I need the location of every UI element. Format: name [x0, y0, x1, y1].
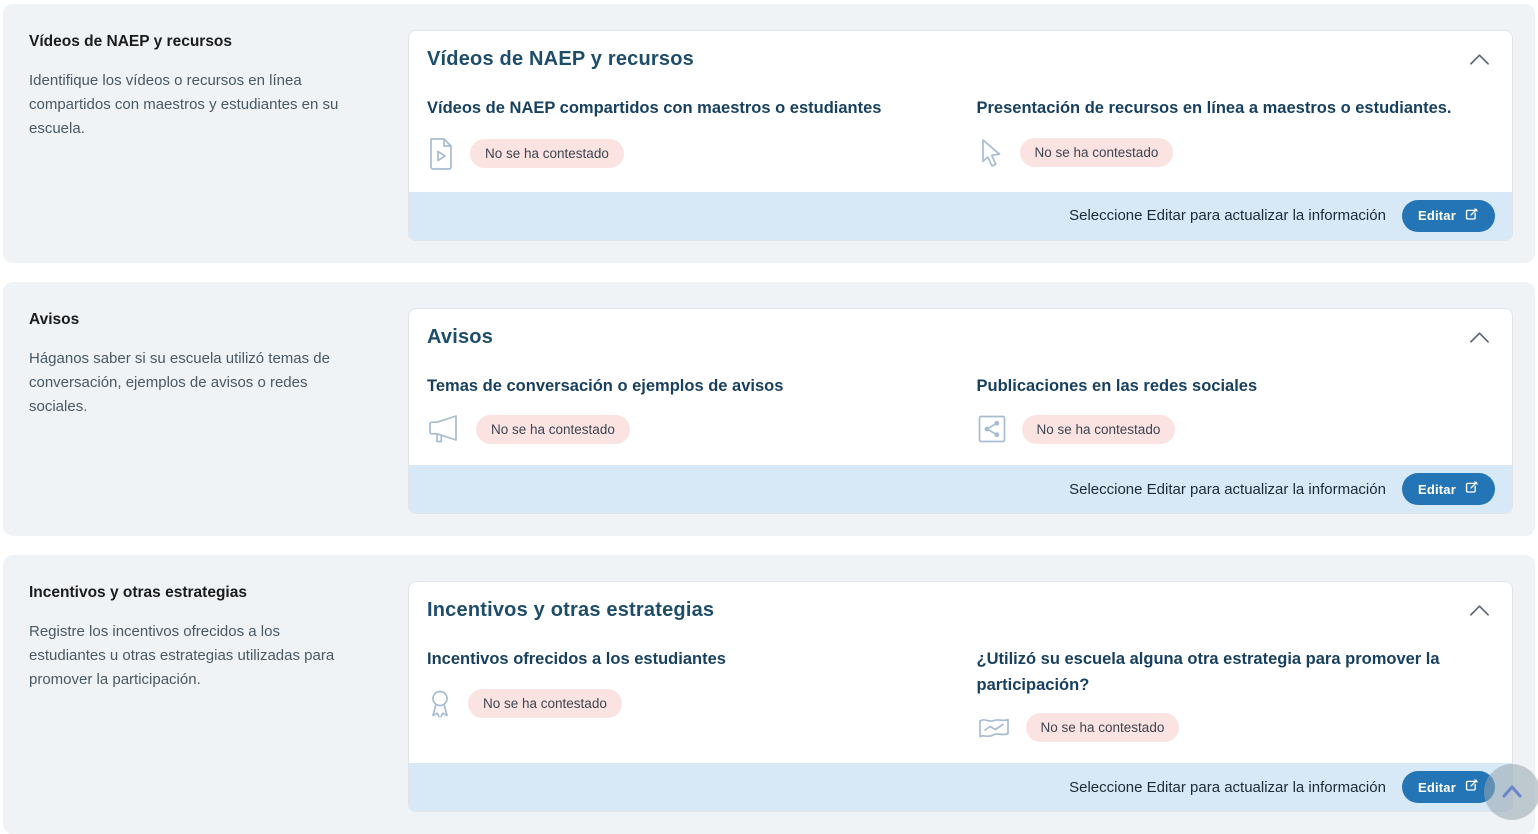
section-sidebar: Incentivos y otras estrategias Registre … — [26, 581, 408, 812]
edit-button[interactable]: Editar — [1402, 200, 1495, 232]
incentivos-card: Incentivos y otras estrategias Incentivo… — [408, 581, 1513, 812]
question-label: Publicaciones en las redes sociales — [977, 374, 1495, 400]
question-label: Temas de conversación o ejemplos de avis… — [427, 374, 945, 400]
chevron-up-icon — [1469, 605, 1490, 620]
status-badge: No se ha contestado — [1020, 138, 1174, 167]
collapse-section-button[interactable] — [1467, 51, 1492, 68]
section-sidebar: Vídeos de NAEP y recursos Identifique lo… — [26, 30, 408, 241]
chevron-up-icon — [1469, 54, 1490, 69]
status-badge: No se ha contestado — [468, 689, 622, 718]
collapse-section-button[interactable] — [1467, 329, 1492, 346]
award-ribbon-icon — [427, 688, 453, 720]
chevron-up-icon — [1469, 332, 1490, 347]
card-footer: Seleccione Editar para actualizar la inf… — [409, 465, 1512, 513]
section-videos-naep: Vídeos de NAEP y recursos Identifique lo… — [3, 4, 1535, 263]
footer-note: Seleccione Editar para actualizar la inf… — [1069, 481, 1386, 498]
footer-note: Seleccione Editar para actualizar la inf… — [1069, 207, 1386, 224]
status-badge: No se ha contestado — [1022, 415, 1176, 444]
section-sidebar: Avisos Háganos saber si su escuela utili… — [26, 308, 408, 515]
videos-naep-card: Vídeos de NAEP y recursos Vídeos de NAEP… — [408, 30, 1513, 241]
edit-pencil-square-icon — [1464, 480, 1479, 498]
edit-button-label: Editar — [1418, 780, 1456, 795]
scroll-to-top-button[interactable] — [1484, 764, 1538, 820]
question-item: Temas de conversación o ejemplos de avis… — [427, 374, 945, 445]
chevron-up-icon — [1500, 783, 1524, 802]
megaphone-icon — [427, 414, 461, 444]
edit-button[interactable]: Editar — [1402, 473, 1495, 505]
question-item: Incentivos ofrecidos a los estudiantes N… — [427, 647, 945, 742]
status-badge: No se ha contestado — [476, 415, 630, 444]
card-body: Vídeos de NAEP compartidos con maestros … — [409, 71, 1512, 192]
edit-pencil-square-icon — [1464, 778, 1479, 796]
cursor-arrow-icon — [977, 137, 1005, 169]
card-body: Incentivos ofrecidos a los estudiantes N… — [409, 622, 1512, 763]
collapse-section-button[interactable] — [1467, 602, 1492, 619]
sidebar-description: Registre los incentivos ofrecidos a los … — [29, 620, 359, 692]
card-title: Incentivos y otras estrategias — [427, 599, 714, 622]
question-label: Vídeos de NAEP compartidos con maestros … — [427, 96, 945, 122]
question-item: Publicaciones en las redes sociales No s… — [977, 374, 1495, 445]
question-label: ¿Utilizó su escuela alguna otra estrateg… — [977, 647, 1495, 698]
sidebar-description: Háganos saber si su escuela utilizó tema… — [29, 347, 359, 419]
card-footer: Seleccione Editar para actualizar la inf… — [409, 192, 1512, 240]
section-incentivos: Incentivos y otras estrategias Registre … — [3, 555, 1535, 834]
question-item: ¿Utilizó su escuela alguna otra estrateg… — [977, 647, 1495, 742]
edit-button-label: Editar — [1418, 208, 1456, 223]
card-header: Incentivos y otras estrategias — [409, 582, 1512, 622]
question-label: Presentación de recursos en línea a maes… — [977, 96, 1495, 122]
card-body: Temas de conversación o ejemplos de avis… — [409, 349, 1512, 466]
status-badge: No se ha contestado — [470, 139, 624, 168]
status-badge: No se ha contestado — [1026, 713, 1180, 742]
share-square-icon — [977, 414, 1007, 444]
card-title: Avisos — [427, 326, 493, 349]
sidebar-title: Avisos — [29, 311, 372, 329]
question-item: Vídeos de NAEP compartidos con maestros … — [427, 96, 945, 171]
edit-button[interactable]: Editar — [1402, 771, 1495, 803]
edit-pencil-square-icon — [1464, 207, 1479, 225]
card-title: Vídeos de NAEP y recursos — [427, 48, 694, 71]
footer-note: Seleccione Editar para actualizar la inf… — [1069, 779, 1386, 796]
sidebar-title: Incentivos y otras estrategias — [29, 584, 372, 602]
card-header: Vídeos de NAEP y recursos — [409, 31, 1512, 71]
sidebar-title: Vídeos de NAEP y recursos — [29, 33, 372, 51]
card-header: Avisos — [409, 309, 1512, 349]
avisos-card: Avisos Temas de conversación o ejemplos … — [408, 308, 1513, 515]
question-item: Presentación de recursos en línea a maes… — [977, 96, 1495, 171]
file-play-icon — [427, 137, 455, 171]
section-avisos: Avisos Háganos saber si su escuela utili… — [3, 282, 1535, 537]
card-footer: Seleccione Editar para actualizar la inf… — [409, 763, 1512, 811]
question-label: Incentivos ofrecidos a los estudiantes — [427, 647, 945, 673]
sidebar-description: Identifique los vídeos o recursos en lín… — [29, 69, 359, 141]
flag-chart-icon — [977, 714, 1011, 742]
edit-button-label: Editar — [1418, 482, 1456, 497]
